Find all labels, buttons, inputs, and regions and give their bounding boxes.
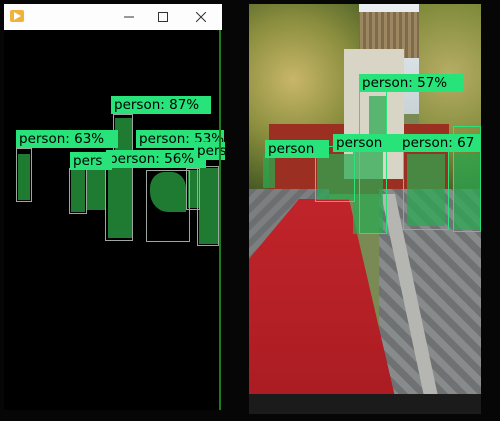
detection-box xyxy=(359,90,387,234)
detection-box xyxy=(197,166,219,246)
window-titlebar[interactable] xyxy=(4,4,222,30)
video-player-icon xyxy=(10,10,24,22)
window-edge xyxy=(219,30,221,410)
person-mask xyxy=(87,170,105,210)
detection-label: person: 87% xyxy=(111,96,211,114)
maximize-icon xyxy=(158,12,168,22)
detection-label: person xyxy=(265,140,329,158)
detection-label: pers xyxy=(70,152,112,170)
video-bottom-strip xyxy=(249,394,481,414)
screenshot-stage: person: 87% person: 63% person: 53% pers… xyxy=(0,0,500,421)
detection-box xyxy=(105,158,133,241)
video-frame: person: 57% person person person: 67 xyxy=(249,4,481,414)
detection-label: person: 57% xyxy=(359,74,463,92)
detection-label: person: 67 xyxy=(399,134,481,152)
close-button[interactable] xyxy=(180,4,222,30)
detection-box xyxy=(69,168,87,214)
detection-box xyxy=(146,170,190,242)
detection-label: person xyxy=(333,134,401,152)
detection-canvas: person: 87% person: 63% person: 53% pers… xyxy=(4,30,225,410)
detection-box xyxy=(16,148,32,202)
maximize-button[interactable] xyxy=(142,4,184,30)
close-icon xyxy=(196,12,206,22)
detection-window: person: 87% person: 63% person: 53% pers… xyxy=(4,4,225,410)
detection-label: person: 56% xyxy=(106,150,206,168)
detection-label: person: 63% xyxy=(16,130,118,148)
detection-box xyxy=(403,148,449,230)
minimize-icon xyxy=(124,16,134,18)
person-mask xyxy=(263,154,275,188)
